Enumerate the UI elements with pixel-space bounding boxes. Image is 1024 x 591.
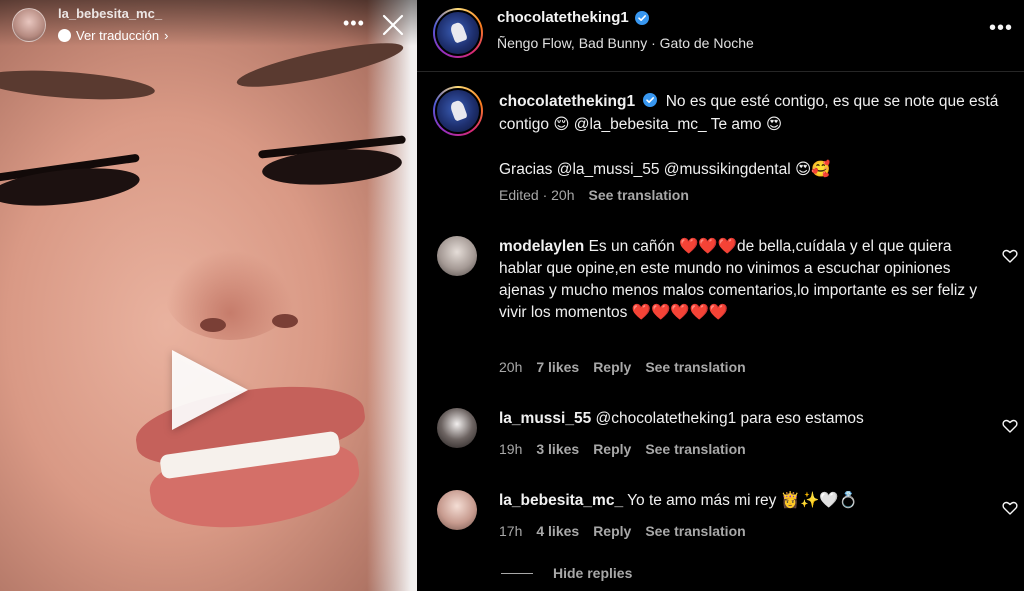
post-author-name[interactable]: chocolatetheking1 — [497, 9, 629, 26]
chat-bubble-icon — [58, 29, 71, 42]
post-audio-info[interactable]: Ñengo Flow, Bad Bunny · Gato de Noche — [497, 35, 754, 51]
story-video-panel[interactable]: la_bebesita_mc_ Ver traducción › ••• — [0, 0, 417, 591]
comment-avatar[interactable] — [437, 490, 477, 530]
comment-meta: 17h 4 likes Reply See translation — [499, 523, 746, 539]
story-more-icon[interactable]: ••• — [343, 14, 365, 32]
verified-badge-icon — [643, 93, 658, 107]
face-nose — [165, 250, 295, 340]
comment-author[interactable]: la_bebesita_mc_ — [499, 492, 623, 509]
comment-time: 20h — [499, 359, 523, 375]
comment-meta: 19h 3 likes Reply See translation — [499, 441, 746, 457]
comment-meta: 20h 7 likes Reply See translation — [499, 359, 746, 375]
post-author-avatar[interactable] — [433, 8, 483, 58]
caption-author[interactable]: chocolatetheking1 — [499, 93, 635, 110]
story-translate-label: Ver traducción — [76, 28, 160, 43]
comment-likes[interactable]: 3 likes — [536, 441, 579, 457]
comment-avatar[interactable] — [437, 408, 477, 448]
comment-reply-button[interactable]: Reply — [593, 523, 631, 539]
post-author[interactable]: chocolatetheking1 — [497, 9, 649, 26]
hide-replies-label: Hide replies — [553, 565, 633, 581]
caption-line-2: Gracias @la_mussi_55 @mussikingdental 😍🥰 — [499, 161, 831, 178]
verified-badge-icon — [634, 10, 649, 25]
story-avatar[interactable] — [12, 8, 46, 42]
comment-see-translation[interactable]: See translation — [645, 359, 745, 375]
comment-time: 17h — [499, 523, 523, 539]
comment-body: la_mussi_55 @chocolatetheking1 para eso … — [499, 408, 979, 430]
caption-edited-time: Edited · 20h — [499, 187, 575, 203]
comment-text: Yo te amo más mi rey 👸✨🤍💍 — [627, 492, 858, 509]
hair-decoration — [367, 0, 417, 591]
caption-text: chocolatetheking1 No es que esté contigo… — [499, 90, 999, 181]
caption-meta: Edited · 20h See translation — [499, 187, 689, 203]
comment-likes[interactable]: 4 likes — [536, 523, 579, 539]
comment-body: modelaylen Es un cañón ❤️❤️❤️de bella,cu… — [499, 236, 979, 324]
comment-see-translation[interactable]: See translation — [645, 441, 745, 457]
post-more-icon[interactable]: ••• — [989, 18, 1013, 38]
face-nostril-right — [272, 314, 298, 328]
comment-author[interactable]: modelaylen — [499, 238, 584, 255]
hide-replies-button[interactable]: Hide replies — [501, 565, 632, 581]
heart-icon[interactable] — [1002, 500, 1018, 516]
play-icon[interactable] — [172, 350, 248, 430]
close-icon[interactable] — [382, 14, 404, 36]
comment-likes[interactable]: 7 likes — [536, 359, 579, 375]
heart-icon[interactable] — [1002, 418, 1018, 434]
caption-author-avatar[interactable] — [433, 86, 483, 136]
face-brow-left — [0, 65, 156, 105]
post-panel: chocolatetheking1 Ñengo Flow, Bad Bunny … — [417, 0, 1024, 591]
chevron-right-icon: › — [164, 28, 169, 43]
story-username[interactable]: la_bebesita_mc_ — [58, 6, 162, 21]
comment-time: 19h — [499, 441, 523, 457]
comment-reply-button[interactable]: Reply — [593, 441, 631, 457]
heart-icon[interactable] — [1002, 248, 1018, 264]
comment-author[interactable]: la_mussi_55 — [499, 410, 591, 427]
caption-see-translation[interactable]: See translation — [589, 187, 689, 203]
story-translate-link[interactable]: Ver traducción › — [58, 28, 168, 43]
comment-text: @chocolatetheking1 para eso estamos — [595, 410, 864, 427]
comment-reply-button[interactable]: Reply — [593, 359, 631, 375]
face-nostril-left — [200, 318, 226, 332]
comment-see-translation[interactable]: See translation — [645, 523, 745, 539]
divider-line — [501, 572, 533, 574]
post-header: chocolatetheking1 Ñengo Flow, Bad Bunny … — [417, 0, 1024, 72]
comment-body: la_bebesita_mc_ Yo te amo más mi rey 👸✨🤍… — [499, 490, 979, 512]
comment-avatar[interactable] — [437, 236, 477, 276]
